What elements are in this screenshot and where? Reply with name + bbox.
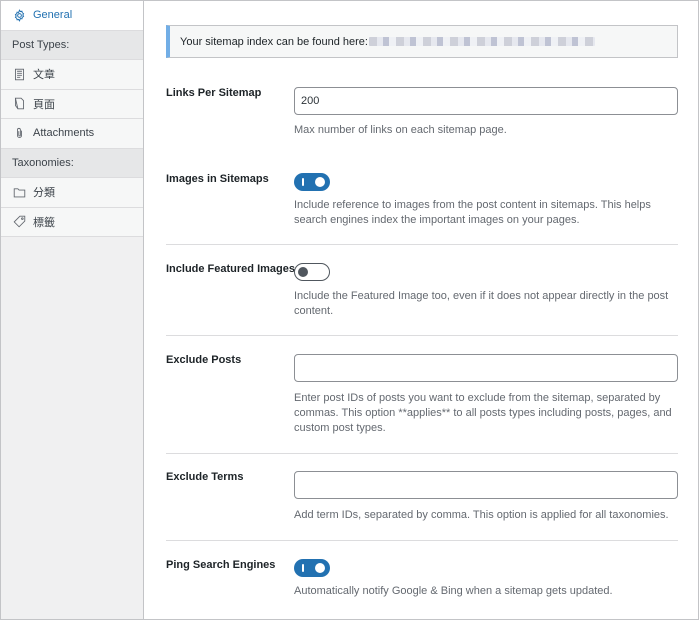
page-icon <box>12 97 26 111</box>
sitemap-notice: Your sitemap index can be found here: <box>166 25 678 58</box>
images-in-sitemaps-row: Images in Sitemaps Include reference to … <box>166 173 678 233</box>
post-types-heading: Post Types: <box>1 30 143 60</box>
field-description: Max number of links on each sitemap page… <box>294 124 507 136</box>
sidebar-item-label: 分類 <box>33 187 55 200</box>
divider <box>166 244 678 245</box>
links-per-sitemap-input[interactable] <box>294 87 678 115</box>
sidebar-item-label: Attachments <box>33 127 95 140</box>
gear-icon <box>12 8 26 22</box>
field-description: Add term IDs, separated by comma. This o… <box>294 509 669 521</box>
field-description: Automatically notify Google & Bing when … <box>294 585 613 597</box>
field-label: Exclude Posts <box>166 354 242 366</box>
settings-panel: Your sitemap index can be found here: Li… <box>144 1 698 619</box>
field-description: Enter post IDs of posts you want to excl… <box>294 392 672 434</box>
toggle-knob <box>298 266 308 277</box>
divider <box>166 453 678 454</box>
field-label: Ping Search Engines <box>166 559 276 571</box>
sidebar-item-label: 標籤 <box>33 216 55 229</box>
divider <box>166 335 678 336</box>
exclude-posts-input[interactable] <box>294 354 678 382</box>
exclude-posts-row: Exclude Posts Enter post IDs of posts yo… <box>166 354 678 438</box>
sidebar-item-label: 文章 <box>33 69 55 82</box>
exclude-terms-input[interactable] <box>294 471 678 499</box>
ping-search-engines-row: Ping Search Engines Automatically notify… <box>166 559 678 599</box>
sidebar-item-attachments[interactable]: Attachments <box>1 119 143 149</box>
toggle-knob <box>315 177 325 187</box>
sidebar-item-label: General <box>33 9 73 22</box>
document-icon <box>12 67 26 81</box>
field-label: Links Per Sitemap <box>166 87 262 99</box>
include-featured-images-toggle[interactable] <box>294 263 330 281</box>
notice-text: Your sitemap index can be found here: <box>180 35 368 48</box>
sidebar-item-tag[interactable]: 標籤 <box>1 207 143 237</box>
sidebar-item-label: 頁面 <box>33 98 55 111</box>
sidebar-item-page[interactable]: 頁面 <box>1 89 143 119</box>
images-in-sitemaps-toggle[interactable] <box>294 173 330 191</box>
ping-search-engines-toggle[interactable] <box>294 559 330 577</box>
toggle-knob <box>315 563 325 573</box>
paperclip-icon <box>12 126 26 140</box>
links-per-sitemap-row: Links Per Sitemap Max number of links on… <box>166 87 678 137</box>
field-label: Images in Sitemaps <box>166 173 269 185</box>
toggle-on-indicator <box>302 178 304 186</box>
sidebar-item-general[interactable]: General <box>1 1 143 31</box>
exclude-terms-row: Exclude Terms Add term IDs, separated by… <box>166 471 678 525</box>
field-description: Include reference to images from the pos… <box>294 199 651 226</box>
taxonomies-heading: Taxonomies: <box>1 148 143 178</box>
sitemap-url-redacted <box>368 37 595 46</box>
field-label: Include Featured Images <box>166 263 295 275</box>
field-label: Exclude Terms <box>166 471 244 483</box>
sidebar: General Post Types: 文章 頁面 Attachments Ta… <box>1 1 144 619</box>
divider <box>166 540 678 541</box>
toggle-on-indicator <box>302 564 304 572</box>
tag-icon <box>12 215 26 229</box>
folder-icon <box>12 185 26 199</box>
sidebar-item-post[interactable]: 文章 <box>1 60 143 90</box>
field-description: Include the Featured Image too, even if … <box>294 290 669 317</box>
sidebar-item-category[interactable]: 分類 <box>1 178 143 208</box>
include-featured-images-row: Include Featured Images Include the Feat… <box>166 263 678 323</box>
